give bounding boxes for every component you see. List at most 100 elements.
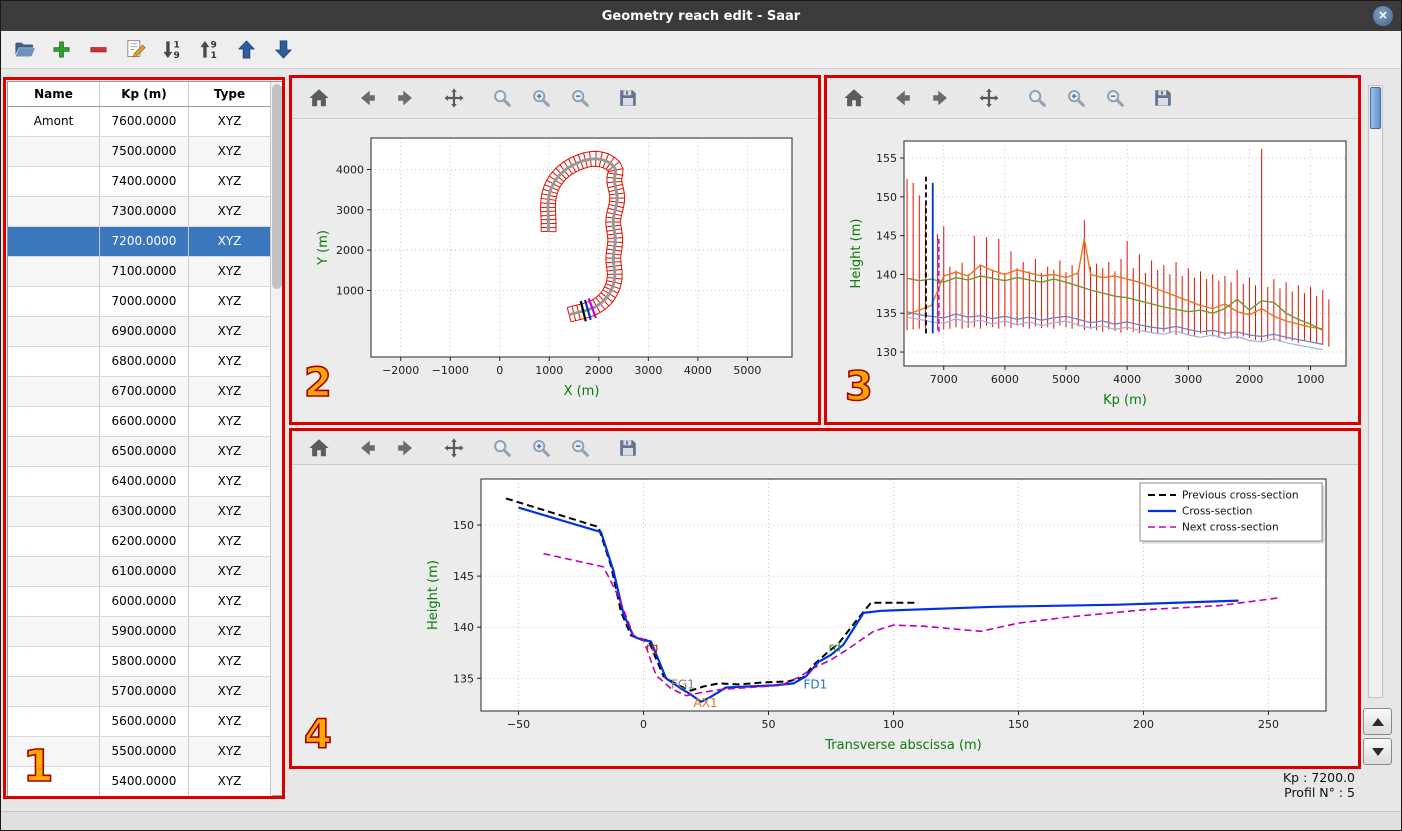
table-row[interactable]: 5500.0000 XYZ [8, 737, 272, 767]
svg-text:1000: 1000 [336, 284, 364, 297]
cross-section-chart[interactable]: −50 0 50 100 150 200 250 135 140 145 150 Transverse… [292, 465, 1358, 765]
svg-text:135: 135 [453, 672, 474, 685]
home-icon [308, 437, 330, 459]
table-row[interactable]: Amont 7600.0000 XYZ [8, 107, 272, 137]
zoom-button[interactable] [487, 85, 517, 111]
table-row[interactable]: 6400.0000 XYZ [8, 467, 272, 497]
open-file-button[interactable] [11, 36, 38, 63]
plan-view-chart[interactable]: −2000 −1000 0 1000 2000 3000 4000 5000 1000 2000 3… [292, 119, 818, 422]
pan-button[interactable] [974, 85, 1004, 111]
longitudinal-profile-chart[interactable]: 7000 6000 5000 4000 3000 2000 1000 130 135 140 145… [827, 119, 1358, 422]
pan-button[interactable] [439, 435, 469, 461]
status-kp: Kp : 7200.0 [1282, 770, 1355, 785]
zoom-button[interactable] [1022, 85, 1052, 111]
table-row[interactable]: 5800.0000 XYZ [8, 647, 272, 677]
zoom-in-icon [530, 437, 552, 459]
zoom-out-button[interactable] [565, 85, 595, 111]
remove-profile-button[interactable] [85, 36, 112, 63]
svg-text:FD1: FD1 [804, 678, 828, 692]
vertical-scrollbar-thumb[interactable] [1370, 87, 1381, 129]
table-row[interactable]: 6200.0000 XYZ [8, 527, 272, 557]
add-profile-icon [50, 38, 73, 61]
sort-descending-button[interactable] [159, 36, 186, 63]
svg-text:Kp (m): Kp (m) [1103, 393, 1147, 408]
table-row[interactable]: 6600.0000 XYZ [8, 407, 272, 437]
svg-text:Height (m): Height (m) [426, 560, 441, 630]
table-row[interactable]: 7200.0000 XYZ [8, 227, 272, 257]
cell-type: XYZ [189, 257, 271, 286]
table-row[interactable]: 7000.0000 XYZ [8, 287, 272, 317]
table-row[interactable]: 6500.0000 XYZ [8, 437, 272, 467]
move-down-button[interactable] [270, 36, 297, 63]
table-row[interactable]: 6700.0000 XYZ [8, 377, 272, 407]
table-row[interactable]: 7100.0000 XYZ [8, 257, 272, 287]
table-scrollbar[interactable] [270, 82, 283, 795]
move-up-icon [235, 38, 258, 61]
svg-text:4000: 4000 [336, 163, 364, 176]
scroll-up-button[interactable] [1363, 708, 1392, 735]
back-button[interactable] [887, 85, 917, 111]
scroll-down-button[interactable] [1363, 738, 1392, 765]
svg-text:250: 250 [1258, 718, 1279, 731]
table-row[interactable]: 6800.0000 XYZ [8, 347, 272, 377]
close-button[interactable]: × [1373, 6, 1393, 26]
svg-text:6000: 6000 [991, 373, 1019, 386]
svg-text:Height (m): Height (m) [849, 219, 864, 289]
cell-kp: 6100.0000 [100, 557, 189, 586]
column-header-name[interactable]: Name [8, 82, 100, 106]
cell-kp: 7500.0000 [100, 137, 189, 166]
save-button[interactable] [613, 85, 643, 111]
home-button[interactable] [304, 435, 334, 461]
column-header-type[interactable]: Type [189, 82, 271, 106]
vertical-scrollbar[interactable] [1368, 85, 1383, 698]
zoom-out-button[interactable] [1100, 85, 1130, 111]
back-button[interactable] [352, 435, 382, 461]
cell-kp: 6700.0000 [100, 377, 189, 406]
table-row[interactable]: 5600.0000 XYZ [8, 707, 272, 737]
home-button[interactable] [304, 85, 334, 111]
table-row[interactable]: 6100.0000 XYZ [8, 557, 272, 587]
forward-button[interactable] [926, 85, 956, 111]
cell-name [8, 617, 100, 646]
table-scrollbar-thumb[interactable] [272, 84, 282, 289]
table-row[interactable]: 6000.0000 XYZ [8, 587, 272, 617]
table-row[interactable]: 6300.0000 XYZ [8, 497, 272, 527]
move-up-button[interactable] [233, 36, 260, 63]
svg-text:−50: −50 [507, 718, 530, 731]
svg-text:4000: 4000 [1113, 373, 1141, 386]
zoom-out-button[interactable] [565, 435, 595, 461]
sort-ascending-button[interactable] [196, 36, 223, 63]
zoom-in-button[interactable] [526, 85, 556, 111]
column-header-kp[interactable]: Kp (m) [100, 82, 189, 106]
svg-text:5000: 5000 [733, 364, 761, 377]
table-row[interactable]: 6900.0000 XYZ [8, 317, 272, 347]
forward-button[interactable] [391, 85, 421, 111]
table-row[interactable]: 5400.0000 XYZ [8, 767, 272, 797]
cell-type: XYZ [189, 587, 271, 616]
cell-type: XYZ [189, 377, 271, 406]
edit-profile-button[interactable] [122, 36, 149, 63]
zoom-button[interactable] [487, 435, 517, 461]
table-row[interactable]: 5900.0000 XYZ [8, 617, 272, 647]
save-button[interactable] [613, 435, 643, 461]
forward-button[interactable] [391, 435, 421, 461]
svg-text:130: 130 [876, 346, 897, 359]
table-row[interactable]: 5700.0000 XYZ [8, 677, 272, 707]
cell-type: XYZ [189, 737, 271, 766]
cell-type: XYZ [189, 467, 271, 496]
add-profile-button[interactable] [48, 36, 75, 63]
cell-type: XYZ [189, 497, 271, 526]
zoom-in-button[interactable] [1061, 85, 1091, 111]
cell-name [8, 137, 100, 166]
cell-kp: 6900.0000 [100, 317, 189, 346]
pan-button[interactable] [439, 85, 469, 111]
zoom-in-button[interactable] [526, 435, 556, 461]
svg-text:100: 100 [883, 718, 904, 731]
back-icon [356, 437, 378, 459]
home-button[interactable] [839, 85, 869, 111]
table-row[interactable]: 7300.0000 XYZ [8, 197, 272, 227]
back-button[interactable] [352, 85, 382, 111]
table-row[interactable]: 7500.0000 XYZ [8, 137, 272, 167]
save-button[interactable] [1148, 85, 1178, 111]
table-row[interactable]: 7400.0000 XYZ [8, 167, 272, 197]
